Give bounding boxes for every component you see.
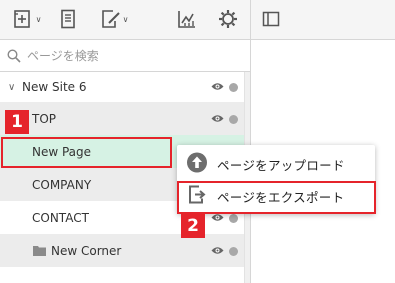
- status-dot: [229, 83, 238, 92]
- highlight-box-step-2: [177, 181, 376, 214]
- add-page-icon: [13, 10, 30, 28]
- toolbar: ∨ ∨: [0, 0, 250, 40]
- analytics-button[interactable]: [175, 6, 199, 32]
- add-page-button[interactable]: ∨: [9, 6, 45, 32]
- page-icon: [61, 9, 75, 29]
- folder-icon: [33, 245, 46, 259]
- highlight-box-step-1: [1, 137, 172, 168]
- step-badge-1: 1: [5, 110, 29, 134]
- tree-item-label: New Corner: [51, 243, 122, 258]
- settings-button[interactable]: [216, 6, 240, 32]
- eye-icon[interactable]: [211, 244, 224, 258]
- edit-page-button[interactable]: ∨: [96, 6, 132, 32]
- eye-icon[interactable]: [211, 112, 224, 126]
- tree-site-row[interactable]: ∨ New Site 6: [0, 72, 244, 102]
- status-dot: [229, 246, 238, 256]
- panel-toggle-icon: [262, 11, 280, 27]
- status-dot: [229, 213, 238, 223]
- panel-toggle-button[interactable]: [260, 6, 282, 32]
- analytics-icon: [178, 11, 195, 28]
- search-input[interactable]: ページを検索: [27, 47, 99, 64]
- menu-item-label: ページをアップロード: [217, 157, 345, 173]
- status-dot: [229, 114, 238, 124]
- gear-icon: [219, 10, 237, 28]
- tree-item-label: CONTACT: [32, 210, 89, 225]
- tree-item-label: COMPANY: [32, 177, 92, 192]
- tree-item-label: TOP: [32, 111, 57, 126]
- tree-item-new-corner[interactable]: New Corner: [0, 234, 244, 267]
- step-badge-2: 2: [181, 214, 205, 238]
- chevron-down-icon: ∨: [122, 14, 129, 24]
- menu-item-upload-page[interactable]: ページをアップロード: [177, 148, 375, 180]
- tree-item-top[interactable]: TOP: [0, 102, 244, 135]
- edit-page-icon: [101, 10, 120, 28]
- upload-icon: [186, 152, 208, 177]
- chevron-down-icon[interactable]: ∨: [8, 82, 15, 93]
- eye-icon[interactable]: [211, 80, 224, 94]
- page-search[interactable]: ページを検索: [0, 40, 250, 72]
- chevron-down-icon: ∨: [35, 14, 42, 24]
- right-toolbar: [251, 0, 395, 40]
- search-icon: [7, 48, 21, 63]
- page-button[interactable]: [56, 6, 80, 32]
- site-name: New Site 6: [22, 80, 87, 94]
